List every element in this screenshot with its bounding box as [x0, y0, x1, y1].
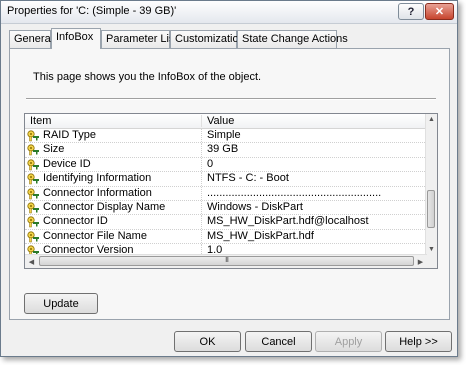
title-bar[interactable]: Properties for 'C: (Simple - 39 GB)' ? ✕ — [1, 1, 457, 24]
key-icon — [27, 173, 40, 185]
tab-state-change-actions[interactable]: State Change Actions — [237, 30, 348, 48]
column-header-value[interactable]: Value — [202, 115, 427, 127]
cancel-button[interactable]: Cancel — [245, 331, 312, 352]
vertical-scroll-thumb[interactable] — [427, 190, 435, 228]
column-divider — [201, 143, 202, 157]
row-item-value: MS_HW_DiskPart.hdf@localhost — [207, 215, 369, 228]
row-item-name: Connector Information — [43, 186, 152, 199]
properties-dialog: Properties for 'C: (Simple - 39 GB)' ? ✕… — [0, 0, 458, 357]
tab-general[interactable]: General — [9, 30, 53, 48]
list-row[interactable]: Size 39 GB — [25, 143, 427, 158]
horizontal-scrollbar[interactable]: ◀ III ▶ — [25, 254, 427, 268]
key-icon — [27, 231, 40, 243]
list-header: Item Value — [25, 114, 427, 129]
key-icon — [27, 187, 40, 200]
update-button[interactable]: Update — [24, 293, 98, 314]
column-divider — [201, 172, 202, 186]
column-divider — [201, 215, 202, 229]
row-item-value: ........................................… — [207, 186, 382, 199]
row-item-name: Identifying Information — [43, 172, 152, 185]
close-button[interactable]: ✕ — [425, 3, 454, 20]
key-icon — [27, 202, 40, 214]
row-item-value: Simple — [207, 129, 241, 141]
column-divider — [201, 129, 202, 143]
row-item-value: MS_HW_DiskPart.hdf — [207, 229, 314, 242]
key-icon — [27, 159, 40, 171]
key-icon — [27, 216, 40, 228]
column-header-item[interactable]: Item — [25, 115, 202, 127]
list-row[interactable]: Connector ID MS_HW_DiskPart.hdf@localhost — [25, 215, 427, 230]
column-divider — [201, 157, 202, 172]
list-row[interactable]: RAID Type Simple — [25, 129, 427, 144]
ok-button[interactable]: OK — [174, 331, 241, 352]
infobox-list[interactable]: Item Value RAID Type Simple Size 39 GB Devic… — [24, 113, 438, 269]
row-item-name: Device ID — [43, 157, 91, 170]
column-divider — [201, 200, 202, 215]
tab-parameter-list[interactable]: Parameter List — [101, 30, 178, 48]
infobox-description: This page shows you the InfoBox of the o… — [33, 71, 262, 83]
row-item-name: Connector ID — [43, 215, 108, 228]
scroll-corner — [426, 255, 437, 268]
separator — [26, 98, 436, 100]
key-icon — [27, 130, 40, 142]
row-item-name: RAID Type — [43, 129, 96, 141]
infobox-panel: This page shows you the InfoBox of the o… — [9, 48, 450, 320]
help-button[interactable]: ? — [398, 3, 424, 20]
horizontal-scroll-thumb[interactable]: III — [39, 256, 414, 266]
help-more-button[interactable]: Help >> — [385, 331, 452, 352]
vertical-scrollbar[interactable]: ▲ ▼ — [425, 114, 437, 255]
row-item-value: Windows - DiskPart — [207, 200, 303, 213]
row-item-name: Connector File Name — [43, 229, 147, 242]
row-item-name: Connector Display Name — [43, 200, 166, 213]
apply-button: Apply — [315, 331, 382, 352]
row-item-name: Size — [43, 143, 65, 156]
scroll-down-icon[interactable]: ▼ — [426, 244, 437, 255]
list-row[interactable]: Identifying Information NTFS - C: - Boot — [25, 172, 427, 187]
column-divider — [201, 186, 202, 200]
list-row[interactable]: Connector File Name MS_HW_DiskPart.hdf — [25, 229, 427, 245]
scroll-left-icon[interactable]: ◀ — [25, 255, 38, 268]
list-rows: RAID Type Simple Size 39 GB Device ID 0 Identi… — [25, 129, 427, 259]
tab-infobox[interactable]: InfoBox — [51, 28, 101, 49]
row-item-value: 0 — [207, 157, 214, 170]
scroll-up-icon[interactable]: ▲ — [426, 114, 437, 125]
window-title: Properties for 'C: (Simple - 39 GB)' — [7, 5, 177, 17]
column-divider — [201, 229, 202, 244]
key-icon — [27, 144, 40, 156]
row-item-value: NTFS - C: - Boot — [207, 172, 289, 185]
row-item-value: 39 GB — [207, 143, 239, 156]
list-row[interactable]: Device ID 0 — [25, 157, 427, 173]
list-row[interactable]: Connector Information...................… — [25, 186, 427, 201]
list-row[interactable]: Connector Display Name Windows - DiskPart — [25, 200, 427, 216]
tab-customization[interactable]: Customization — [170, 30, 245, 48]
